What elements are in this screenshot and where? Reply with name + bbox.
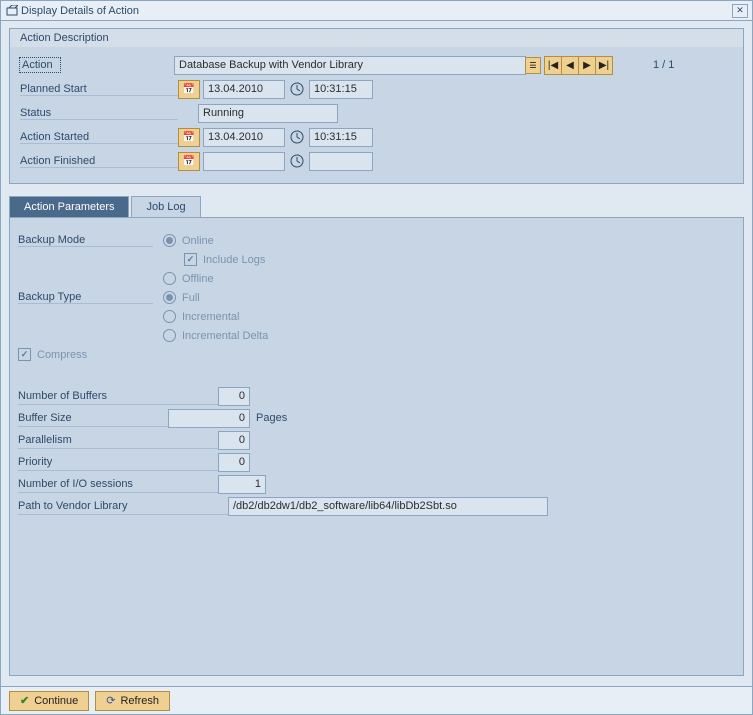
backup-type-label: Backup Type <box>18 291 153 304</box>
compress-text: Compress <box>37 349 87 361</box>
backup-type-incremental-radio[interactable] <box>163 310 176 323</box>
window-icon <box>5 4 19 18</box>
priority-value: 0 <box>218 453 250 472</box>
backup-mode-offline-text: Offline <box>182 273 214 285</box>
nav-last-icon[interactable]: ▶| <box>595 56 613 75</box>
io-sessions-value: 1 <box>218 475 266 494</box>
check-icon: ✔ <box>20 694 29 707</box>
status-label: Status <box>20 107 178 120</box>
planned-start-date: 13.04.2010 <box>203 80 285 99</box>
action-finished-date <box>203 152 285 171</box>
backup-mode-label: Backup Mode <box>18 234 153 247</box>
io-sessions-label: Number of I/O sessions <box>18 476 218 493</box>
content-area: Action Description Action Database Backu… <box>1 21 752 686</box>
continue-label: Continue <box>34 695 78 707</box>
action-started-date: 13.04.2010 <box>203 128 285 147</box>
calendar-icon[interactable]: 📅 <box>178 152 200 171</box>
backup-mode-online-text: Online <box>182 235 214 247</box>
refresh-icon: ⟳ <box>106 694 115 707</box>
section-tab: Action Description <box>9 28 744 47</box>
backup-type-full-radio[interactable] <box>163 291 176 304</box>
parallelism-label: Parallelism <box>18 432 218 449</box>
status-value: Running <box>198 104 338 123</box>
priority-label: Priority <box>18 454 218 471</box>
dialog-window: Display Details of Action ✕ Action Descr… <box>0 0 753 715</box>
clock-icon <box>287 80 307 99</box>
buffer-size-unit: Pages <box>256 412 287 424</box>
compress-checkbox[interactable] <box>18 348 31 361</box>
action-search-help-icon[interactable]: ☰ <box>525 57 541 74</box>
include-logs-checkbox[interactable] <box>184 253 197 266</box>
backup-type-incdelta-radio[interactable] <box>163 329 176 342</box>
calendar-icon[interactable]: 📅 <box>178 80 200 99</box>
action-description-panel: Action Database Backup with Vendor Libra… <box>9 46 744 184</box>
backup-type-incremental-text: Incremental <box>182 311 239 323</box>
close-icon[interactable]: ✕ <box>732 4 748 18</box>
tab-strip: Action Parameters Job Log <box>9 196 744 218</box>
tab-label: Action Parameters <box>24 201 114 213</box>
nav-prev-icon[interactable]: ◀ <box>561 56 579 75</box>
section-title: Action Description <box>20 32 109 44</box>
continue-button[interactable]: ✔ Continue <box>9 691 89 711</box>
action-started-time: 10:31:15 <box>309 128 373 147</box>
parallelism-value: 0 <box>218 431 250 450</box>
action-value: Database Backup with Vendor Library <box>174 56 526 75</box>
backup-mode-offline-radio[interactable] <box>163 272 176 285</box>
parameters-panel: Backup Mode Online Include Logs Offline … <box>9 217 744 676</box>
pager-text: 1 / 1 <box>653 59 674 71</box>
planned-start-time: 10:31:15 <box>309 80 373 99</box>
planned-start-label: Planned Start <box>20 83 178 96</box>
clock-icon <box>287 128 307 147</box>
action-started-label: Action Started <box>20 131 178 144</box>
buffer-size-value: 0 <box>168 409 250 428</box>
titlebar: Display Details of Action ✕ <box>1 1 752 21</box>
tab-job-log[interactable]: Job Log <box>131 196 200 218</box>
num-buffers-label: Number of Buffers <box>18 388 218 405</box>
action-finished-label: Action Finished <box>20 155 178 168</box>
backup-type-full-text: Full <box>182 292 200 304</box>
nav-group: |◀ ◀ ▶ ▶| <box>545 56 613 75</box>
nav-first-icon[interactable]: |◀ <box>544 56 562 75</box>
backup-mode-online-radio[interactable] <box>163 234 176 247</box>
button-bar: ✔ Continue ⟳ Refresh <box>1 686 752 714</box>
action-finished-time <box>309 152 373 171</box>
refresh-label: Refresh <box>120 695 159 707</box>
nav-next-icon[interactable]: ▶ <box>578 56 596 75</box>
include-logs-text: Include Logs <box>203 254 265 266</box>
vendor-lib-value: /db2/db2dw1/db2_software/lib64/libDb2Sbt… <box>228 497 548 516</box>
tab-action-parameters[interactable]: Action Parameters <box>9 196 129 218</box>
buffer-size-label: Buffer Size <box>18 410 168 427</box>
action-label: Action <box>20 58 60 72</box>
tab-label: Job Log <box>146 201 185 213</box>
window-title: Display Details of Action <box>21 5 732 17</box>
clock-icon <box>287 152 307 171</box>
refresh-button[interactable]: ⟳ Refresh <box>95 691 170 711</box>
vendor-lib-label: Path to Vendor Library <box>18 498 228 515</box>
calendar-icon[interactable]: 📅 <box>178 128 200 147</box>
backup-type-incdelta-text: Incremental Delta <box>182 330 268 342</box>
num-buffers-value: 0 <box>218 387 250 406</box>
